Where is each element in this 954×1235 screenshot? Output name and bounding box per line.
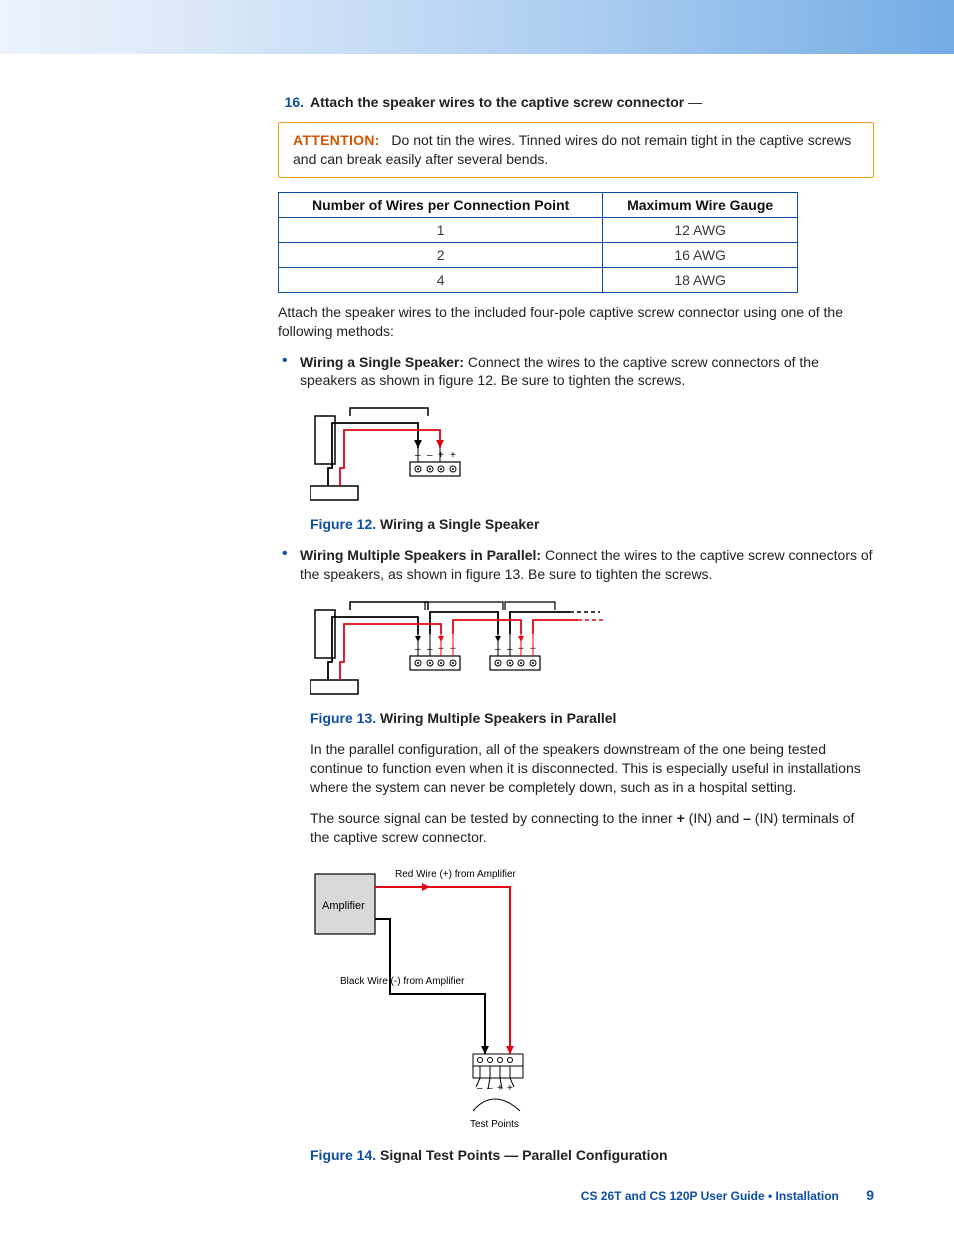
- th-gauge: Maximum Wire Gauge: [603, 192, 798, 217]
- figure-14-diagram: Amplifier Red Wire (+) from Amplifier Bl…: [310, 859, 600, 1139]
- figure-13-caption: Figure 13. Wiring Multiple Speakers in P…: [310, 710, 874, 726]
- fig-title: Wiring Multiple Speakers in Parallel: [376, 710, 616, 726]
- footer-text: CS 26T and CS 120P User Guide • Installa…: [581, 1189, 839, 1203]
- step-title: Attach the speaker wires to the captive …: [310, 94, 684, 110]
- parallel-note-paragraph: In the parallel configuration, all of th…: [310, 740, 874, 797]
- svg-text:Amplifier: Amplifier: [322, 900, 365, 912]
- table-row: 4 18 AWG: [279, 267, 798, 292]
- step-dash: —: [684, 94, 702, 110]
- td-wires: 1: [279, 217, 603, 242]
- page-footer: CS 26T and CS 120P User Guide • Installa…: [581, 1187, 874, 1203]
- th-wires: Number of Wires per Connection Point: [279, 192, 603, 217]
- figure-12-diagram: – – + +: [310, 398, 490, 508]
- table-row: 2 16 AWG: [279, 242, 798, 267]
- bullet-parallel: Wiring Multiple Speakers in Parallel: Co…: [278, 546, 874, 584]
- table-header-row: Number of Wires per Connection Point Max…: [279, 192, 798, 217]
- td-wires: 4: [279, 267, 603, 292]
- fig-number: Figure 14.: [310, 1147, 376, 1163]
- bullet-list: Wiring a Single Speaker: Connect the wir…: [278, 353, 874, 391]
- figure-13-diagram: – – + + – – + +: [310, 592, 610, 702]
- figure-12-caption: Figure 12. Wiring a Single Speaker: [310, 516, 874, 532]
- svg-text:+: +: [450, 450, 456, 461]
- svg-text:–: –: [477, 1083, 483, 1094]
- figure-13-area: – – + + – – + +: [310, 592, 874, 702]
- minus-symbol: –: [743, 810, 751, 826]
- figure-14-caption: Figure 14. Signal Test Points — Parallel…: [310, 1147, 874, 1163]
- intro-paragraph: Attach the speaker wires to the included…: [278, 303, 874, 341]
- svg-text:+: +: [507, 1083, 513, 1094]
- step-16: 16. Attach the speaker wires to the capt…: [278, 94, 874, 110]
- table-row: 1 12 AWG: [279, 217, 798, 242]
- step-number: 16.: [278, 94, 304, 110]
- fig-title: Wiring a Single Speaker: [376, 516, 539, 532]
- test-signal-paragraph: The source signal can be tested by conne…: [310, 809, 874, 847]
- fig-number: Figure 12.: [310, 516, 376, 532]
- svg-text:Red Wire (+) from Amplifier: Red Wire (+) from Amplifier: [395, 869, 517, 880]
- page-number: 9: [866, 1187, 874, 1203]
- td-gauge: 12 AWG: [603, 217, 798, 242]
- header-gradient-bar: [0, 0, 954, 54]
- bullet-single-speaker: Wiring a Single Speaker: Connect the wir…: [278, 353, 874, 391]
- svg-text:Black Wire (-) from Amplifier: Black Wire (-) from Amplifier: [340, 976, 465, 987]
- p2b: (IN) and: [685, 810, 743, 826]
- attention-label: ATTENTION:: [293, 132, 380, 148]
- td-gauge: 16 AWG: [603, 242, 798, 267]
- bullet-lead: Wiring Multiple Speakers in Parallel:: [300, 547, 541, 563]
- bullet-lead: Wiring a Single Speaker:: [300, 354, 464, 370]
- td-gauge: 18 AWG: [603, 267, 798, 292]
- figure-14-area: Amplifier Red Wire (+) from Amplifier Bl…: [310, 859, 874, 1139]
- bullet-list-2: Wiring Multiple Speakers in Parallel: Co…: [278, 546, 874, 584]
- page-content: 16. Attach the speaker wires to the capt…: [0, 54, 954, 1207]
- header-left-accent: [0, 0, 36, 62]
- svg-text:–: –: [427, 450, 433, 461]
- fig-number: Figure 13.: [310, 710, 376, 726]
- svg-text:Test Points: Test Points: [470, 1119, 519, 1130]
- wire-gauge-table: Number of Wires per Connection Point Max…: [278, 192, 798, 293]
- figure-12-area: – – + +: [310, 398, 874, 508]
- attention-box: ATTENTION: Do not tin the wires. Tinned …: [278, 122, 874, 178]
- fig-title: Signal Test Points — Parallel Configurat…: [376, 1147, 667, 1163]
- p2a: The source signal can be tested by conne…: [310, 810, 677, 826]
- step-body: Attach the speaker wires to the captive …: [310, 94, 874, 110]
- td-wires: 2: [279, 242, 603, 267]
- plus-symbol: +: [677, 810, 685, 826]
- svg-text:+: +: [438, 450, 444, 461]
